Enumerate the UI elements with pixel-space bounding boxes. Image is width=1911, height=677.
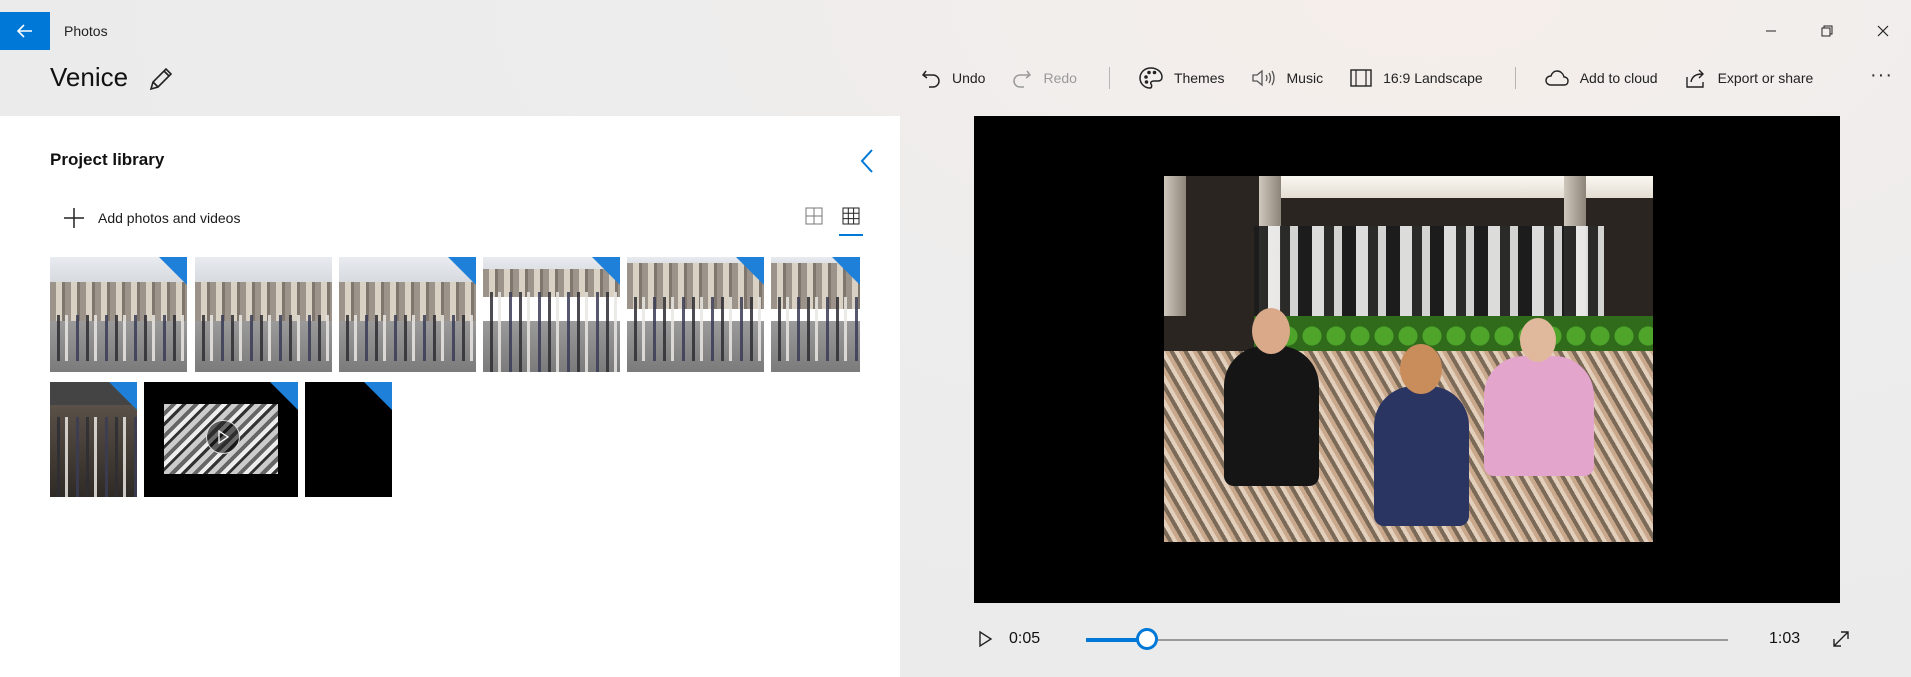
- undo-label: Undo: [952, 70, 986, 86]
- toolbar: Undo Redo Themes Music 16:9 Landscape Ad…: [920, 60, 1839, 96]
- title-bar: Photos: [0, 12, 1911, 50]
- large-grid-view-button[interactable]: [802, 204, 826, 228]
- added-badge-icon: [364, 382, 392, 410]
- add-to-cloud-button[interactable]: Add to cloud: [1544, 68, 1658, 88]
- media-thumbnail[interactable]: [771, 257, 860, 372]
- cloud-icon: [1545, 70, 1569, 86]
- minimize-icon: [1766, 30, 1776, 32]
- media-thumbnail[interactable]: [195, 257, 332, 372]
- project-title: Venice: [50, 62, 129, 92]
- music-label: Music: [1286, 70, 1324, 86]
- palette-icon: [1139, 67, 1163, 89]
- small-grid-icon: [842, 207, 860, 225]
- aspect-ratio-label: 16:9 Landscape: [1383, 70, 1483, 86]
- media-thumbnail[interactable]: [50, 257, 187, 372]
- undo-icon: [921, 70, 940, 88]
- music-button[interactable]: Music: [1251, 68, 1324, 88]
- small-grid-view-button[interactable]: [839, 204, 863, 236]
- add-to-cloud-label: Add to cloud: [1579, 70, 1658, 86]
- minimize-button[interactable]: [1743, 12, 1799, 50]
- window-controls: [1743, 12, 1911, 50]
- media-thumbnail[interactable]: [627, 257, 764, 372]
- close-icon: [1877, 25, 1889, 37]
- export-share-button[interactable]: Export or share: [1684, 67, 1814, 89]
- undo-button[interactable]: Undo: [920, 67, 985, 89]
- redo-button[interactable]: Redo: [1011, 67, 1077, 89]
- video-thumbnail[interactable]: [144, 382, 298, 497]
- toolbar-divider: [1108, 67, 1110, 89]
- fullscreen-button[interactable]: [1830, 628, 1852, 650]
- seek-slider[interactable]: [1086, 628, 1728, 650]
- project-library-panel: Project library Add photos and videos: [0, 116, 900, 677]
- share-icon: [1685, 69, 1704, 88]
- preview-frame-image: [1164, 176, 1653, 542]
- more-options-button[interactable]: ···: [1870, 64, 1893, 87]
- added-badge-icon: [832, 257, 860, 285]
- add-photos-videos-button[interactable]: Add photos and videos: [62, 206, 240, 230]
- current-time: 0:05: [1009, 630, 1041, 647]
- themes-label: Themes: [1173, 70, 1225, 86]
- export-share-label: Export or share: [1717, 70, 1814, 86]
- added-badge-icon: [448, 257, 476, 285]
- play-overlay-icon: [206, 420, 240, 454]
- playback-bar: 0:05 1:03: [974, 620, 1849, 660]
- collapse-library-button[interactable]: [856, 146, 880, 176]
- added-badge-icon: [736, 257, 764, 285]
- add-photos-videos-label: Add photos and videos: [98, 210, 241, 226]
- close-button[interactable]: [1855, 12, 1911, 50]
- expand-icon: [1833, 631, 1849, 647]
- chevron-left-icon: [860, 149, 873, 173]
- redo-icon: [1013, 70, 1032, 88]
- toolbar-divider: [1514, 67, 1516, 89]
- media-thumbnail[interactable]: [305, 382, 392, 497]
- aspect-ratio-icon: [1350, 69, 1372, 87]
- added-badge-icon: [270, 382, 298, 410]
- total-time: 1:03: [1769, 630, 1801, 647]
- media-thumbnail[interactable]: [483, 257, 620, 372]
- seek-handle[interactable]: [1135, 628, 1158, 650]
- video-preview[interactable]: [974, 116, 1840, 603]
- rename-project-button[interactable]: [146, 64, 176, 94]
- play-button[interactable]: [974, 628, 996, 650]
- library-title: Project library: [50, 150, 165, 169]
- back-button[interactable]: [0, 12, 50, 50]
- media-thumbnail[interactable]: [339, 257, 476, 372]
- added-badge-icon: [109, 382, 137, 410]
- restore-icon: [1821, 25, 1833, 37]
- redo-label: Redo: [1043, 70, 1077, 86]
- photo-image: [195, 257, 332, 372]
- media-thumbnail[interactable]: [50, 382, 137, 497]
- speaker-icon: [1251, 69, 1275, 87]
- added-badge-icon: [592, 257, 620, 285]
- app-title: Photos: [64, 23, 108, 39]
- themes-button[interactable]: Themes: [1138, 66, 1225, 90]
- large-grid-icon: [805, 207, 823, 225]
- plus-icon: [64, 208, 84, 228]
- play-icon: [979, 630, 993, 648]
- pencil-icon: [149, 67, 173, 91]
- back-arrow-icon: [17, 24, 32, 38]
- restore-button[interactable]: [1799, 12, 1855, 50]
- added-badge-icon: [159, 257, 187, 285]
- aspect-ratio-button[interactable]: 16:9 Landscape: [1349, 68, 1483, 88]
